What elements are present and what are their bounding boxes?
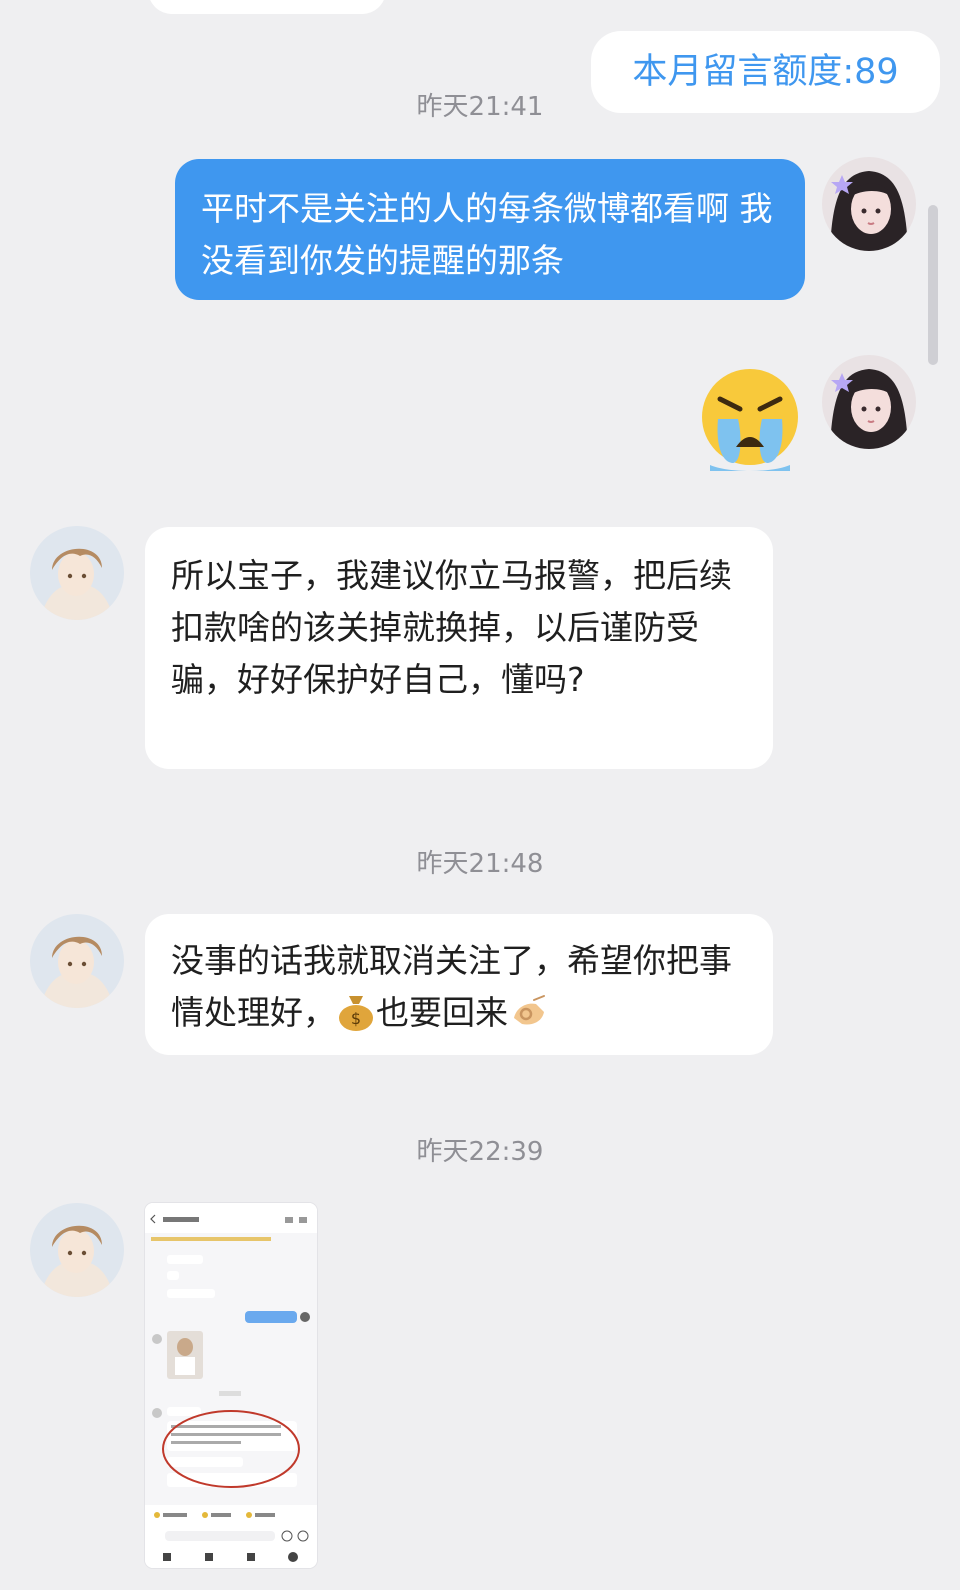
contact-avatar[interactable] [30,914,124,1008]
message-text: 所以宝子，我建议你立马报警，把后续扣款啥的该关掉就换掉，以后谨防受骗，好好保护好… [171,556,732,699]
contact-avatar[interactable] [30,526,124,620]
message-text: 平时不是关注的人的每条微博都看啊 我没看到你发的提醒的那条 [201,189,773,280]
crying-face-emoji[interactable] [698,365,802,473]
svg-text:$: $ [351,1009,361,1028]
incoming-message-bubble[interactable]: 所以宝子，我建议你立马报警，把后续扣款啥的该关掉就换掉，以后谨防受骗，好好保护好… [145,527,773,769]
outgoing-message-bubble[interactable]: 平时不是关注的人的每条微博都看啊 我没看到你发的提醒的那条 [175,159,805,300]
contact-avatar[interactable] [30,1203,124,1297]
my-avatar[interactable] [822,157,916,251]
message-text: 也要回来 [376,993,508,1032]
scrollbar-handle[interactable] [928,205,938,365]
money-bag-emoji: $ [336,990,376,1032]
incoming-message-bubble[interactable]: 没事的话我就取消关注了，希望你把事情处理好， $ 也要回来 [145,914,773,1055]
timestamp: 昨天21:48 [416,849,544,879]
timestamp: 昨天22:39 [416,1137,544,1167]
timestamp: 昨天21:41 [416,92,544,122]
partial-message-bubble[interactable] [148,0,386,14]
shared-screenshot-image[interactable] [145,1203,317,1568]
ok-hand-emoji [508,990,548,1030]
my-avatar[interactable] [822,355,916,449]
